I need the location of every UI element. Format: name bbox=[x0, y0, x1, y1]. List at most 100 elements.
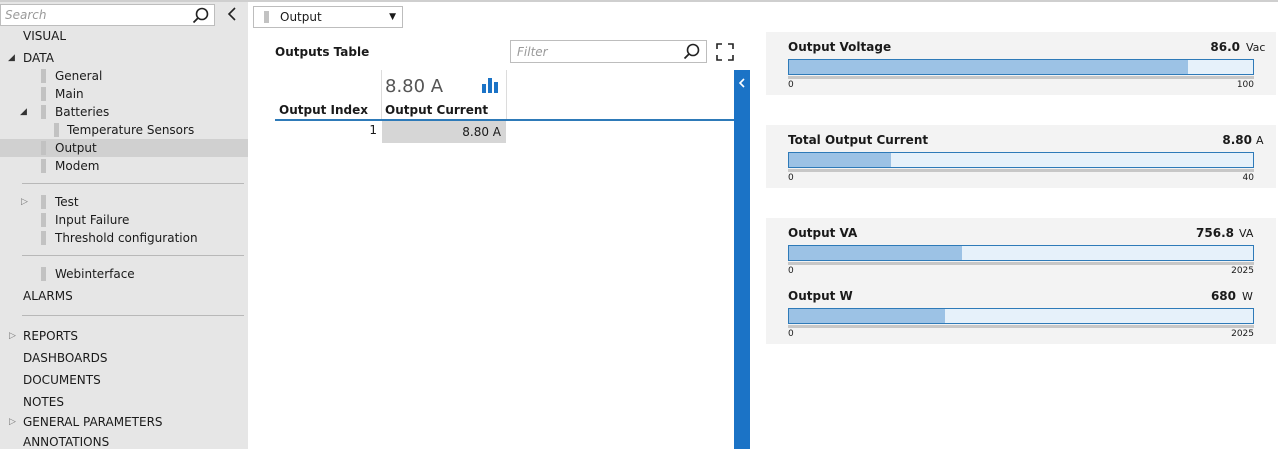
item-marker bbox=[41, 267, 46, 281]
gauge-title: Output VA bbox=[788, 226, 858, 240]
sidebar-item-label: Test bbox=[55, 195, 79, 209]
sidebar-item-label: REPORTS bbox=[23, 329, 79, 343]
bar-chart-icon[interactable] bbox=[481, 77, 499, 93]
gauge-fill bbox=[789, 246, 963, 260]
item-marker bbox=[41, 141, 46, 155]
search-box bbox=[0, 4, 215, 26]
sidebar-item-alarms[interactable]: ALARMS bbox=[23, 287, 73, 305]
search-icon[interactable] bbox=[683, 43, 701, 61]
gauge-value: 86.0 bbox=[1210, 40, 1240, 54]
divider bbox=[22, 183, 244, 184]
expanded-arrow-icon[interactable]: ◢ bbox=[8, 49, 15, 67]
gauge-fill bbox=[789, 309, 945, 323]
item-marker bbox=[54, 123, 59, 137]
search-input[interactable] bbox=[5, 7, 185, 23]
sidebar: VISUAL ◢ DATA General Main ◢ Batteries T… bbox=[0, 2, 248, 449]
column-header-output-index[interactable]: Output Index bbox=[279, 103, 368, 117]
gauge-unit: A bbox=[1256, 134, 1264, 147]
sidebar-item-label: Input Failure bbox=[55, 213, 130, 227]
sidebar-item-main[interactable]: Main bbox=[0, 85, 248, 103]
collapse-sidebar-icon[interactable] bbox=[224, 5, 240, 23]
item-marker bbox=[41, 69, 46, 83]
column-summary-value: 8.80 A bbox=[385, 76, 444, 97]
gauge-fill bbox=[789, 60, 1189, 74]
collapsed-arrow-icon[interactable]: ▷ bbox=[9, 327, 16, 345]
sidebar-item-webinterface[interactable]: Webinterface bbox=[0, 265, 248, 283]
item-marker bbox=[41, 231, 46, 245]
cell-output-current: 8.80 A bbox=[382, 121, 506, 143]
sidebar-item-label: ALARMS bbox=[23, 289, 73, 303]
sidebar-item-label: DOCUMENTS bbox=[23, 373, 101, 387]
chevron-down-icon: ▼ bbox=[389, 12, 396, 22]
sidebar-item-batteries[interactable]: ◢ Batteries bbox=[0, 103, 248, 121]
sidebar-item-label: Output bbox=[55, 141, 97, 155]
expanded-arrow-icon[interactable]: ◢ bbox=[20, 103, 27, 121]
gauge-title: Output W bbox=[788, 289, 853, 303]
sidebar-item-label: Webinterface bbox=[55, 267, 135, 281]
divider bbox=[22, 255, 244, 256]
sidebar-item-label: Temperature Sensors bbox=[67, 123, 195, 137]
sidebar-item-label: DASHBOARDS bbox=[23, 351, 108, 365]
divider bbox=[22, 315, 244, 316]
gauge-min: 0 bbox=[788, 266, 794, 276]
gauge-min: 0 bbox=[788, 173, 794, 183]
sidebar-item-output[interactable]: Output bbox=[0, 139, 248, 157]
gauge-output-voltage: Output Voltage 86.0 Vac 0 100 bbox=[766, 32, 1276, 95]
gauge-shadow bbox=[788, 76, 1254, 79]
sidebar-item-label: VISUAL bbox=[23, 29, 67, 43]
collapsed-arrow-icon[interactable]: ▷ bbox=[21, 193, 28, 211]
dropdown-marker bbox=[264, 11, 269, 23]
item-marker bbox=[41, 195, 46, 209]
sidebar-item-data[interactable]: ◢ DATA bbox=[0, 49, 248, 67]
sidebar-item-label: Threshold configuration bbox=[55, 231, 198, 245]
chevron-left-icon[interactable] bbox=[738, 78, 746, 88]
sidebar-item-reports[interactable]: ▷ REPORTS bbox=[0, 327, 248, 345]
sidebar-item-label: Batteries bbox=[55, 105, 110, 119]
collapsed-arrow-icon[interactable]: ▷ bbox=[9, 413, 16, 431]
dropdown-value: Output bbox=[280, 10, 322, 24]
sidebar-item-annotations[interactable]: ANNOTATIONS bbox=[23, 433, 109, 449]
sidebar-item-label: General bbox=[55, 69, 103, 83]
gauge-value: 8.80 bbox=[1222, 133, 1252, 147]
item-marker bbox=[41, 213, 46, 227]
sidebar-item-visual[interactable]: VISUAL bbox=[23, 27, 66, 45]
gauge-min: 0 bbox=[788, 329, 794, 339]
sidebar-item-label: Modem bbox=[55, 159, 100, 173]
item-marker bbox=[41, 105, 46, 119]
gauge-track bbox=[788, 59, 1254, 75]
fullscreen-icon[interactable] bbox=[716, 43, 734, 61]
filter-input[interactable] bbox=[517, 44, 677, 60]
sidebar-item-threshold-configuration[interactable]: Threshold configuration bbox=[0, 229, 248, 247]
sidebar-item-label: Main bbox=[55, 87, 84, 101]
sidebar-item-label: DATA bbox=[23, 51, 54, 65]
view-dropdown[interactable]: Output ▼ bbox=[253, 6, 403, 28]
gauge-title: Total Output Current bbox=[788, 133, 929, 147]
gauge-unit: VA bbox=[1239, 227, 1254, 240]
cell-output-index: 1 bbox=[369, 123, 377, 137]
gauge-value: 680 bbox=[1210, 289, 1236, 303]
sidebar-item-documents[interactable]: DOCUMENTS bbox=[23, 371, 101, 389]
sidebar-item-test[interactable]: ▷ Test bbox=[0, 193, 248, 211]
gauge-unit: Vac bbox=[1246, 41, 1266, 54]
sidebar-item-general-parameters[interactable]: ▷ GENERAL PARAMETERS bbox=[0, 413, 248, 431]
gauge-track bbox=[788, 308, 1254, 324]
sidebar-item-temperature-sensors[interactable]: Temperature Sensors bbox=[0, 121, 248, 139]
gauge-title: Output Voltage bbox=[788, 40, 892, 54]
sidebar-item-dashboards[interactable]: DASHBOARDS bbox=[23, 349, 108, 367]
sidebar-item-notes[interactable]: NOTES bbox=[23, 393, 64, 411]
sidebar-item-modem[interactable]: Modem bbox=[0, 157, 248, 175]
gauge-min: 0 bbox=[788, 80, 794, 90]
item-marker bbox=[41, 87, 46, 101]
item-marker bbox=[41, 159, 46, 173]
column-header-output-current[interactable]: Output Current bbox=[385, 103, 488, 117]
sidebar-item-input-failure[interactable]: Input Failure bbox=[0, 211, 248, 229]
sidebar-item-label: ANNOTATIONS bbox=[23, 435, 110, 449]
sidebar-item-label: NOTES bbox=[23, 395, 64, 409]
gauge-max: 40 bbox=[1242, 173, 1254, 183]
gauge-shadow bbox=[788, 262, 1254, 265]
gauge-track bbox=[788, 245, 1254, 261]
gauge-max: 100 bbox=[1236, 80, 1254, 90]
panel-splitter[interactable] bbox=[734, 70, 750, 449]
sidebar-item-general[interactable]: General bbox=[0, 67, 248, 85]
search-icon[interactable] bbox=[192, 7, 210, 25]
